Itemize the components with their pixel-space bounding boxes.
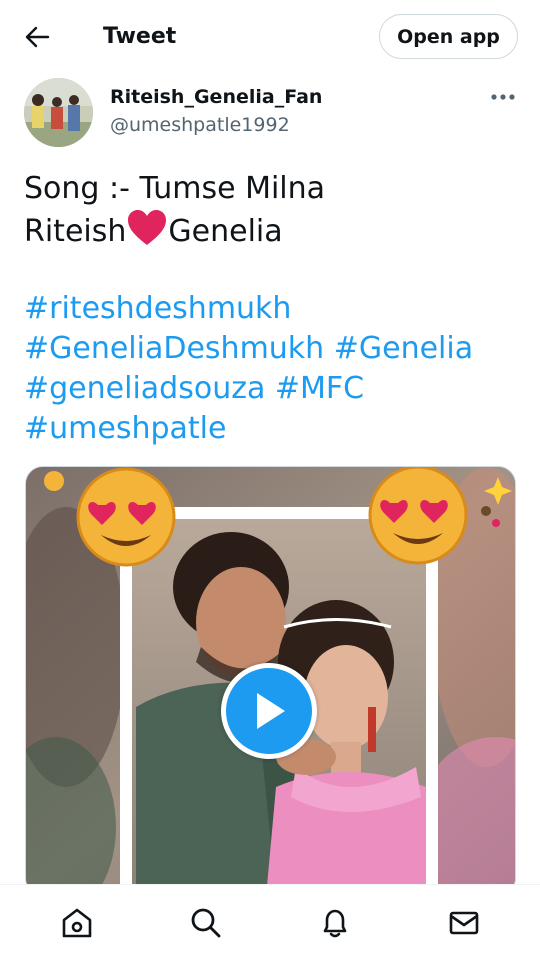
play-button[interactable] (221, 663, 317, 759)
top-bar: Tweet Open app (0, 0, 540, 74)
hashtag-link[interactable]: #MFC (275, 371, 364, 406)
tweet-line-2: Riteish Genelia (24, 209, 524, 250)
bottom-navigation (0, 884, 540, 960)
heart-eyes-emoji (76, 467, 176, 567)
search-icon (191, 908, 220, 937)
heart-eyes-emoji (368, 467, 468, 565)
arrow-left-icon (25, 26, 50, 48)
hashtag-row: #GeneliaDeshmukh #Genelia (24, 329, 524, 369)
hashtag-link[interactable]: #Genelia (334, 331, 473, 366)
tweet-line-1: Song :- Tumse Milna (24, 171, 326, 206)
play-icon (257, 693, 285, 729)
nav-messages[interactable] (429, 893, 499, 953)
hashtag-link[interactable]: #umeshpatle (24, 411, 226, 446)
nav-notifications[interactable] (300, 893, 370, 953)
video-media[interactable] (25, 466, 516, 896)
avatar[interactable] (24, 78, 93, 147)
red-heart-emoji (128, 210, 167, 245)
open-app-button[interactable]: Open app (379, 14, 518, 59)
hashtag-row: #riteshdeshmukh (24, 289, 524, 329)
author-handle[interactable]: @umeshpatle1992 (110, 112, 290, 138)
avatar-image (24, 78, 93, 147)
hashtags: #riteshdeshmukh #GeneliaDeshmukh #Geneli… (24, 289, 524, 449)
tweet-text: Song :- Tumse Milna Riteish Genelia (24, 168, 524, 250)
more-horizontal-icon (491, 94, 515, 100)
home-icon (62, 908, 91, 937)
back-button[interactable] (14, 19, 60, 55)
author-display-name[interactable]: Riteish_Genelia_Fan (110, 84, 322, 110)
bell-icon (323, 909, 346, 937)
mail-icon (449, 911, 478, 934)
hashtag-row: #umeshpatle (24, 409, 524, 449)
tweet-line-2-before: Riteish (24, 214, 127, 249)
nav-home[interactable] (42, 893, 112, 953)
hashtag-link[interactable]: #GeneliaDeshmukh (24, 331, 324, 366)
hashtag-row: #geneliadsouza #MFC (24, 369, 524, 409)
hashtag-link[interactable]: #geneliadsouza (24, 371, 265, 406)
tweet-line-2-after: Genelia (168, 214, 283, 249)
page-title: Tweet (103, 24, 177, 49)
hashtag-link[interactable]: #riteshdeshmukh (24, 291, 291, 326)
more-options-button[interactable] (484, 82, 522, 112)
nav-search[interactable] (171, 893, 241, 953)
